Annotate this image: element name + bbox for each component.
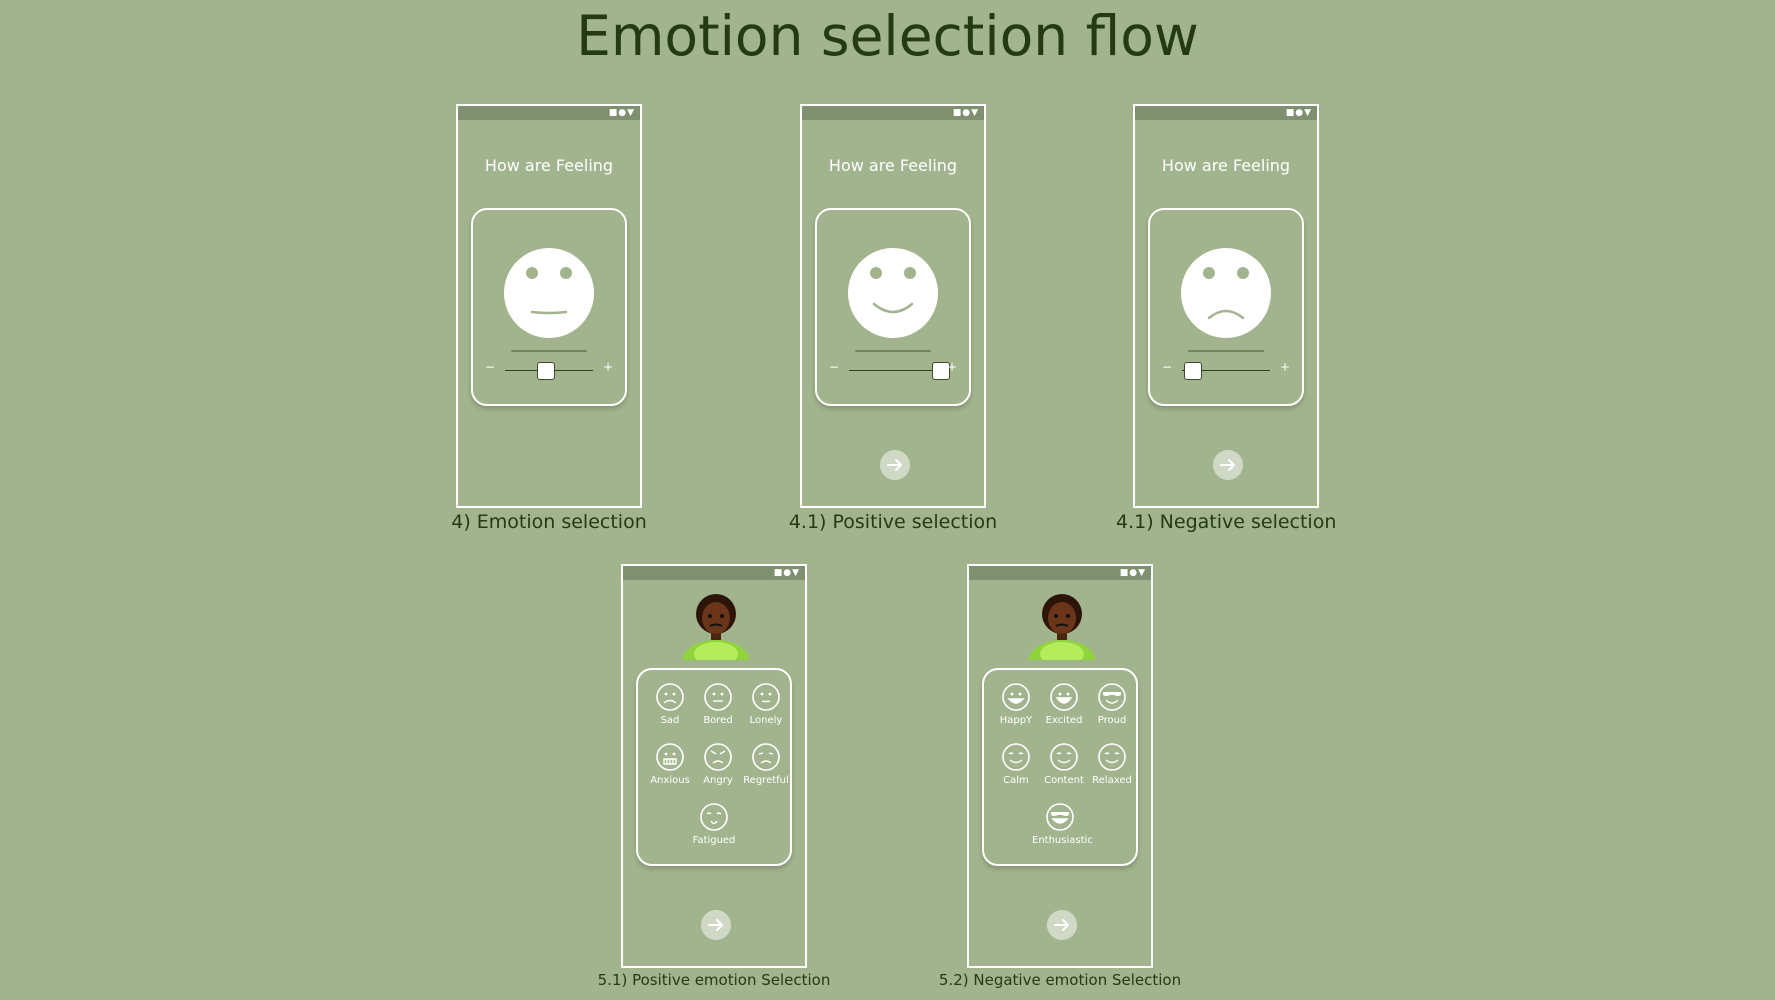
sad-face-icon [656, 683, 684, 711]
next-arrow-button[interactable] [880, 450, 910, 480]
screen-caption: 4.1) Positive selection [788, 511, 998, 533]
slider-track[interactable] [849, 370, 937, 371]
status-icons: ■●▼ [1119, 568, 1146, 578]
neutral-face-icon [504, 248, 594, 338]
anxious-face-icon [656, 743, 684, 771]
regretful-face-icon [752, 743, 780, 771]
emotion-label: Relaxed [1092, 775, 1132, 786]
enthusiastic-face-icon [1046, 803, 1074, 831]
avatar [683, 594, 749, 660]
phone-screen-positive-selection: ■●▼ How are Feeling − + [800, 104, 986, 508]
emotion-option-regretful[interactable]: Regretful [738, 742, 794, 786]
status-icons: ■●▼ [773, 568, 800, 578]
mood-card: − + [815, 208, 971, 406]
slider-minus[interactable]: − [829, 360, 839, 374]
calm-face-icon [1002, 743, 1030, 771]
phone-screen-negative-emotions: ■●▼ HappY Excited Proud Calm Content Relaxed E… [967, 564, 1153, 968]
content-face-icon [1050, 743, 1078, 771]
mood-slider[interactable]: − + [481, 360, 617, 380]
status-icons: ■●▼ [952, 108, 979, 118]
emotion-grid-card: Sad Bored Lonely Anxious Angry Regretful Fatig… [636, 668, 792, 866]
mood-slider[interactable]: − + [1158, 360, 1294, 380]
slider-minus[interactable]: − [1162, 360, 1172, 374]
status-bar: ■●▼ [623, 566, 805, 580]
sad-face-icon [1181, 248, 1271, 338]
fatigued-face-icon [700, 803, 728, 831]
emotion-option-enthusiastic[interactable]: Enthusiastic [1032, 802, 1093, 846]
slider-thumb[interactable] [1184, 362, 1202, 380]
emotion-option-lonely[interactable]: Lonely [738, 682, 794, 726]
mood-card: − + [1148, 208, 1304, 406]
status-bar: ■●▼ [802, 106, 984, 120]
emotion-label: Proud [1097, 715, 1127, 726]
status-bar: ■●▼ [458, 106, 640, 120]
screen-heading: How are Feeling [1161, 156, 1291, 175]
emotion-label: Regretful [743, 775, 789, 786]
emotion-option-relaxed[interactable]: Relaxed [1084, 742, 1140, 786]
avatar [1029, 594, 1095, 660]
phone-screen-negative-selection: ■●▼ How are Feeling − + [1133, 104, 1319, 508]
face-shadow [1188, 350, 1264, 352]
next-arrow-button[interactable] [1047, 910, 1077, 940]
phone-screen-positive-emotions: ■●▼ Sad Bored Lonely Anxious Angry Regretful F… [621, 564, 807, 968]
emotion-option-proud[interactable]: Proud [1084, 682, 1140, 726]
screen-heading: How are Feeling [828, 156, 958, 175]
happy-face-icon [1002, 683, 1030, 711]
screen-caption: 5.1) Positive emotion Selection [597, 971, 831, 989]
screen-caption: 4) Emotion selection [451, 511, 647, 533]
emotion-option-fatigued[interactable]: Fatigued [686, 802, 742, 846]
slider-minus[interactable]: − [485, 360, 495, 374]
screen-caption: 4.1) Negative selection [1116, 511, 1337, 533]
page-title: Emotion selection flow [576, 4, 1199, 68]
screen-caption: 5.2) Negative emotion Selection [938, 971, 1182, 989]
status-icons: ■●▼ [1285, 108, 1312, 118]
slider-plus[interactable]: + [1280, 360, 1290, 374]
angry-face-icon [704, 743, 732, 771]
emotion-label: Lonely [749, 715, 783, 726]
next-arrow-button[interactable] [701, 910, 731, 940]
emotion-label: Fatigued [692, 835, 736, 846]
status-bar: ■●▼ [969, 566, 1151, 580]
slider-thumb[interactable] [537, 362, 555, 380]
bored-face-icon [704, 683, 732, 711]
excited-face-icon [1050, 683, 1078, 711]
slider-plus[interactable]: + [947, 360, 957, 374]
lonely-face-icon [752, 683, 780, 711]
emotion-grid-card: HappY Excited Proud Calm Content Relaxed Enthu… [982, 668, 1138, 866]
mood-card: − + [471, 208, 627, 406]
face-shadow [855, 350, 931, 352]
relaxed-face-icon [1098, 743, 1126, 771]
slider-plus[interactable]: + [603, 360, 613, 374]
screen-heading: How are Feeling [484, 156, 614, 175]
next-arrow-button[interactable] [1213, 450, 1243, 480]
proud-face-icon [1098, 683, 1126, 711]
status-bar: ■●▼ [1135, 106, 1317, 120]
phone-screen-emotion-selection: ■●▼ How are Feeling − + [456, 104, 642, 508]
happy-face-icon [848, 248, 938, 338]
status-icons: ■●▼ [608, 108, 635, 118]
face-shadow [511, 350, 587, 352]
emotion-label: Enthusiastic [1032, 835, 1093, 846]
mood-slider[interactable]: − + [825, 360, 961, 380]
